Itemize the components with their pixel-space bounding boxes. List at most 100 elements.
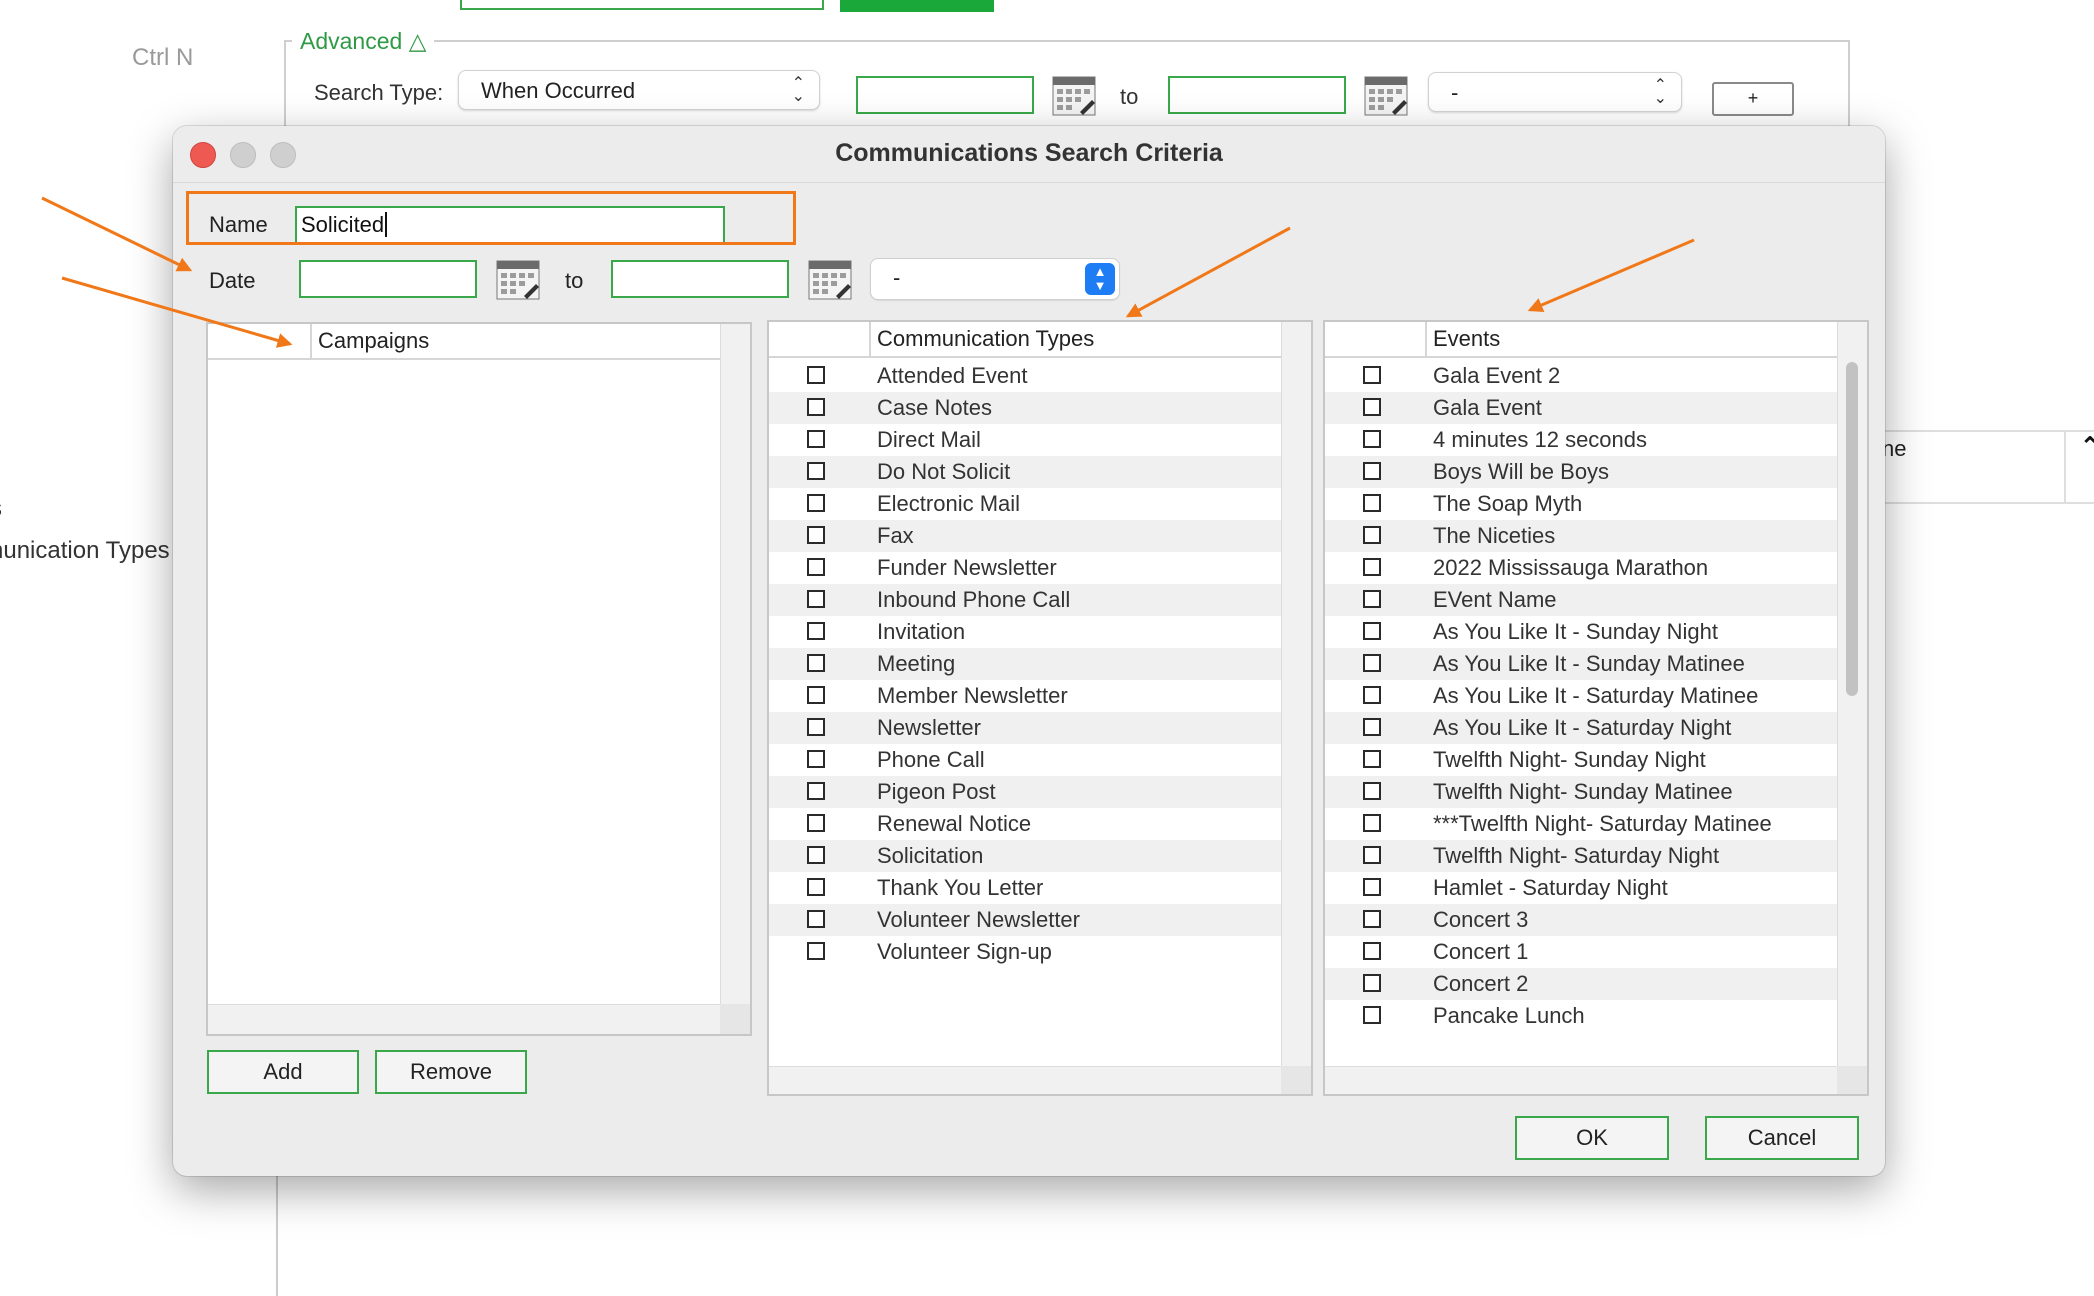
caret-up-icon[interactable]: ⌃ [2080, 432, 2094, 461]
campaigns-horizontal-scrollbar[interactable] [208, 1004, 720, 1034]
communication-type-row[interactable]: Attended Event [769, 360, 1281, 392]
date-to-input[interactable] [611, 260, 789, 298]
event-checkbox[interactable] [1363, 718, 1381, 736]
communication-type-row[interactable]: Volunteer Sign-up [769, 936, 1281, 968]
calendar-icon[interactable] [1364, 76, 1408, 116]
add-campaign-button[interactable]: Add [207, 1050, 359, 1094]
event-checkbox[interactable] [1363, 814, 1381, 832]
communication-type-checkbox[interactable] [807, 430, 825, 448]
event-checkbox[interactable] [1363, 1006, 1381, 1024]
communication-type-checkbox[interactable] [807, 750, 825, 768]
event-row[interactable]: 2022 Mississauga Marathon [1325, 552, 1837, 584]
communication-type-row[interactable]: Direct Mail [769, 424, 1281, 456]
event-row[interactable]: Concert 3 [1325, 904, 1837, 936]
calendar-icon[interactable] [496, 260, 540, 300]
campaigns-vertical-scrollbar[interactable] [720, 324, 750, 1004]
event-checkbox[interactable] [1363, 846, 1381, 864]
advanced-toggle[interactable]: Advanced △ [292, 28, 435, 55]
date-range-select[interactable]: - ▲ ▼ [871, 259, 1119, 299]
event-checkbox[interactable] [1363, 462, 1381, 480]
communication-type-row[interactable]: Volunteer Newsletter [769, 904, 1281, 936]
bg-top-button[interactable] [840, 0, 994, 12]
events-horizontal-scrollbar[interactable] [1325, 1066, 1837, 1094]
communication-type-row[interactable]: Phone Call [769, 744, 1281, 776]
sidebar-item-partial[interactable]: s [0, 495, 2, 523]
event-checkbox[interactable] [1363, 526, 1381, 544]
bg-date-from-input[interactable] [856, 76, 1034, 114]
date-from-input[interactable] [299, 260, 477, 298]
event-row[interactable]: As You Like It - Saturday Night [1325, 712, 1837, 744]
event-checkbox[interactable] [1363, 398, 1381, 416]
event-checkbox[interactable] [1363, 558, 1381, 576]
communication-type-checkbox[interactable] [807, 814, 825, 832]
event-row[interactable]: As You Like It - Saturday Matinee [1325, 680, 1837, 712]
ok-button[interactable]: OK [1515, 1116, 1669, 1160]
event-row[interactable]: The Soap Myth [1325, 488, 1837, 520]
event-checkbox[interactable] [1363, 622, 1381, 640]
communication-type-checkbox[interactable] [807, 654, 825, 672]
calendar-icon[interactable] [808, 260, 852, 300]
communication-type-row[interactable]: Newsletter [769, 712, 1281, 744]
event-row[interactable]: Twelfth Night- Saturday Night [1325, 840, 1837, 872]
event-row[interactable]: Hamlet - Saturday Night [1325, 872, 1837, 904]
event-row[interactable]: Concert 1 [1325, 936, 1837, 968]
communication-type-row[interactable]: Member Newsletter [769, 680, 1281, 712]
cancel-button[interactable]: Cancel [1705, 1116, 1859, 1160]
communication-types-horizontal-scrollbar[interactable] [769, 1066, 1281, 1094]
communication-type-row[interactable]: Do Not Solicit [769, 456, 1281, 488]
bg-date-to-input[interactable] [1168, 76, 1346, 114]
event-row[interactable]: Concert 2 [1325, 968, 1837, 1000]
event-checkbox[interactable] [1363, 654, 1381, 672]
communication-type-checkbox[interactable] [807, 366, 825, 384]
events-vertical-scrollbar[interactable] [1837, 322, 1867, 1066]
communication-type-checkbox[interactable] [807, 558, 825, 576]
bg-top-input[interactable] [460, 0, 824, 10]
event-row[interactable]: Gala Event [1325, 392, 1837, 424]
communication-type-checkbox[interactable] [807, 878, 825, 896]
events-scroll-thumb[interactable] [1846, 362, 1858, 696]
event-checkbox[interactable] [1363, 878, 1381, 896]
communication-type-checkbox[interactable] [807, 686, 825, 704]
event-row[interactable]: As You Like It - Sunday Night [1325, 616, 1837, 648]
event-checkbox[interactable] [1363, 910, 1381, 928]
event-checkbox[interactable] [1363, 782, 1381, 800]
event-checkbox[interactable] [1363, 494, 1381, 512]
communication-type-row[interactable]: Solicitation [769, 840, 1281, 872]
communication-type-checkbox[interactable] [807, 846, 825, 864]
communication-types-vertical-scrollbar[interactable] [1281, 322, 1311, 1066]
event-checkbox[interactable] [1363, 974, 1381, 992]
communication-type-row[interactable]: Case Notes [769, 392, 1281, 424]
communication-type-checkbox[interactable] [807, 910, 825, 928]
event-checkbox[interactable] [1363, 366, 1381, 384]
event-row[interactable]: Pancake Lunch [1325, 1000, 1837, 1032]
event-checkbox[interactable] [1363, 942, 1381, 960]
bg-range-select[interactable]: - ⌃ ⌄ [1428, 72, 1682, 112]
communication-type-checkbox[interactable] [807, 526, 825, 544]
event-checkbox[interactable] [1363, 750, 1381, 768]
search-type-select[interactable]: When Occurred ⌃ ⌄ [458, 70, 820, 110]
sidebar-item-communication-types[interactable]: nunication Types [0, 537, 170, 565]
communication-type-checkbox[interactable] [807, 782, 825, 800]
add-criteria-button[interactable]: + [1712, 82, 1794, 116]
remove-campaign-button[interactable]: Remove [375, 1050, 527, 1094]
communication-type-row[interactable]: Pigeon Post [769, 776, 1281, 808]
calendar-icon[interactable] [1052, 76, 1096, 116]
event-row[interactable]: ***Twelfth Night- Saturday Matinee [1325, 808, 1837, 840]
communication-type-row[interactable]: Fax [769, 520, 1281, 552]
communication-type-checkbox[interactable] [807, 462, 825, 480]
communication-type-checkbox[interactable] [807, 590, 825, 608]
communication-type-checkbox[interactable] [807, 622, 825, 640]
event-row[interactable]: EVent Name [1325, 584, 1837, 616]
communication-type-row[interactable]: Thank You Letter [769, 872, 1281, 904]
event-row[interactable]: Boys Will be Boys [1325, 456, 1837, 488]
event-row[interactable]: Twelfth Night- Sunday Matinee [1325, 776, 1837, 808]
communication-type-row[interactable]: Funder Newsletter [769, 552, 1281, 584]
communication-type-row[interactable]: Invitation [769, 616, 1281, 648]
campaigns-list[interactable]: Campaigns [206, 322, 752, 1036]
event-row[interactable]: As You Like It - Sunday Matinee [1325, 648, 1837, 680]
communication-type-checkbox[interactable] [807, 494, 825, 512]
event-row[interactable]: Twelfth Night- Sunday Night [1325, 744, 1837, 776]
event-checkbox[interactable] [1363, 590, 1381, 608]
event-row[interactable]: 4 minutes 12 seconds [1325, 424, 1837, 456]
event-row[interactable]: Gala Event 2 [1325, 360, 1837, 392]
